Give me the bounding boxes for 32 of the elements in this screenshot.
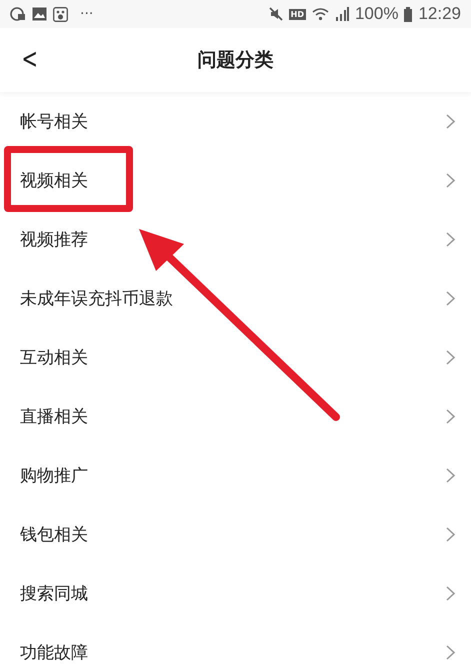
notification-icon (10, 6, 26, 22)
chevron-right-icon (446, 468, 455, 483)
battery-level: 100% (354, 4, 398, 24)
category-item[interactable]: 视频相关 (0, 151, 471, 210)
chevron-right-icon (446, 645, 455, 660)
category-item[interactable]: 帐号相关 (0, 92, 471, 151)
signal-icon (334, 7, 349, 21)
category-item[interactable]: 互动相关 (0, 328, 471, 387)
battery-icon (404, 6, 412, 22)
category-item[interactable]: 未成年误充抖币退款 (0, 269, 471, 328)
category-item[interactable]: 搜索同城 (0, 564, 471, 623)
chevron-right-icon (446, 232, 455, 247)
mute-icon (268, 7, 283, 21)
chevron-right-icon (446, 173, 455, 188)
chevron-right-icon (446, 527, 455, 542)
clock: 12:29 (418, 4, 461, 24)
chevron-right-icon (446, 350, 455, 365)
category-item[interactable]: 功能故障 (0, 623, 471, 669)
category-item[interactable]: 钱包相关 (0, 505, 471, 564)
hd-badge: HD (288, 8, 306, 20)
more-indicator: ··· (80, 6, 94, 22)
chevron-right-icon (446, 409, 455, 424)
wifi-icon (312, 7, 329, 21)
category-item[interactable]: 购物推广 (0, 446, 471, 505)
chevron-right-icon (446, 291, 455, 306)
chevron-right-icon (446, 114, 455, 129)
image-icon (32, 7, 47, 21)
category-item[interactable]: 直播相关 (0, 387, 471, 446)
chevron-right-icon (446, 586, 455, 601)
category-item[interactable]: 视频推荐 (0, 210, 471, 269)
page-title: 问题分类 (198, 48, 274, 73)
back-button[interactable]: < (18, 42, 41, 75)
